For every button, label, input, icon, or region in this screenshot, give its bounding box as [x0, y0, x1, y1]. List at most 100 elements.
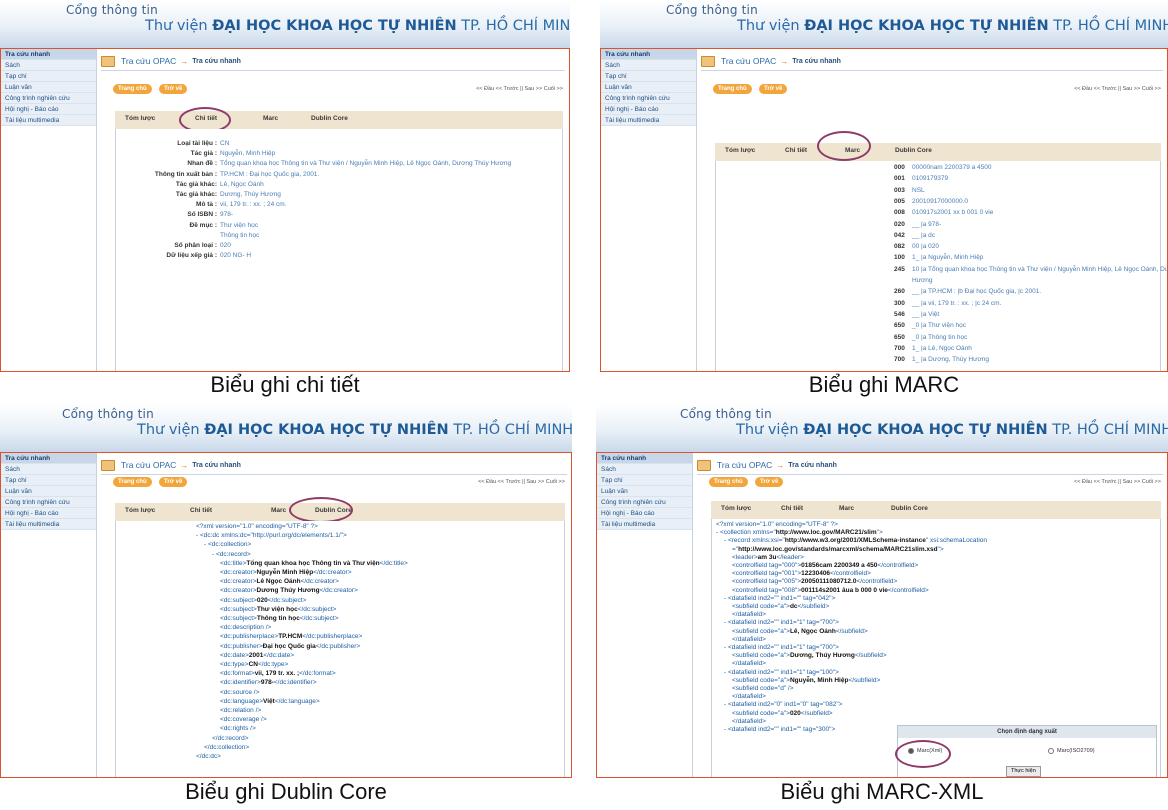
pager[interactable]: << Đầu << Trước || Sau >> Cuối >> [1074, 86, 1161, 92]
sidebar-item[interactable]: Sách [597, 464, 692, 475]
sidebar-item[interactable]: Công trình nghiên cứu [1, 497, 96, 508]
sidebar-item[interactable]: Tra cứu nhanh [1, 453, 96, 464]
tab-marc[interactable]: Marc [839, 505, 854, 512]
sidebar-item[interactable]: Sách [1, 60, 96, 71]
xml-line: </datafield> [732, 693, 766, 701]
xml-line: - <datafield ind2="" ind1="1" tag="100"> [724, 668, 839, 676]
tab-dublin-core[interactable]: Dublin Core [895, 147, 932, 154]
marc-row: 082 00 |a 020 [894, 242, 939, 252]
field-label: Tác giả : [190, 150, 217, 158]
sidebar-item[interactable]: Công trình nghiên cứu [601, 93, 696, 104]
sidebar-item[interactable]: Tài liệu multimedia [597, 519, 692, 530]
sidebar-item[interactable]: Tra cứu nhanh [597, 453, 692, 464]
tab-detail[interactable]: Chi tiết [781, 505, 803, 512]
main-content: Tra cứu OPAC → Tra cứu nhanh Trang chủ T… [101, 49, 565, 371]
back-button[interactable]: Trở về [159, 477, 188, 487]
sidebar-item[interactable]: Tài liệu multimedia [1, 115, 96, 126]
sidebar-item[interactable]: Luận văn [597, 486, 692, 497]
sidebar-item[interactable]: Hội nghị - Báo cáo [601, 104, 696, 115]
home-button[interactable]: Trang chủ [713, 84, 752, 94]
field-value: Dương, Thúy Hương [220, 191, 281, 198]
detail-row: Nhan đề : Tổng quan khoa học Thông tin và… [116, 159, 511, 169]
xml-line: <dc:publisherplace>TP.HCM</dc:publisherp… [220, 633, 363, 641]
xml-line: <dc:relation /> [220, 707, 262, 714]
sidebar-item[interactable]: Tạp chí [1, 475, 96, 486]
marc-value: NSL [912, 186, 925, 194]
tab-summary[interactable]: Tóm lược [125, 115, 155, 122]
breadcrumb-root[interactable]: Tra cứu OPAC [121, 56, 176, 66]
sidebar-item[interactable]: Công trình nghiên cứu [597, 497, 692, 508]
book-icon [697, 459, 711, 471]
sidebar-item[interactable]: Tạp chí [597, 475, 692, 486]
marc-value: 20010917000000.0 [912, 197, 969, 205]
marc-tag: 008 [894, 209, 905, 217]
tab-marc[interactable]: Marc [263, 115, 278, 122]
library-title: Thư viện ĐẠI HỌC KHOA HỌC TỰ NHIÊN TP. H… [736, 422, 1168, 438]
marc-value: 1_ |a Dương, Thúy Hương [912, 356, 989, 364]
breadcrumb-root[interactable]: Tra cứu OPAC [121, 460, 176, 470]
marc-value: Hương [912, 277, 933, 284]
main-content: Tra cứu OPAC → Tra cứu nhanh Trang chủ T… [701, 49, 1167, 371]
breadcrumb-root[interactable]: Tra cứu OPAC [721, 56, 776, 66]
xml-line: </datafield> [732, 660, 766, 668]
sidebar-item[interactable]: Tạp chí [601, 71, 696, 82]
sidebar-item[interactable]: Hội nghị - Báo cáo [597, 508, 692, 519]
xml-line: <leader>am 3u</leader> [732, 553, 804, 561]
panel-marc-xml: Cổng thông tin Thư viện ĐẠI HỌC KHOA HỌC… [596, 404, 1168, 778]
library-title: Thư viện ĐẠI HỌC KHOA HỌC TỰ NHIÊN TP. H… [145, 18, 570, 34]
xml-line: <subfield code="a">Dương, Thúy Hương</su… [732, 652, 887, 660]
tab-detail[interactable]: Chi tiết [190, 507, 212, 514]
sidebar-item[interactable]: Hội nghị - Báo cáo [1, 508, 96, 519]
tab-summary[interactable]: Tóm lược [725, 147, 755, 154]
marc-row: 000 00000nam 2200379 a 4500 [894, 163, 992, 173]
marc-tag: 100 [894, 254, 905, 262]
sidebar-item[interactable]: Sách [1, 464, 96, 475]
radio-marc-iso[interactable] [1048, 748, 1054, 754]
panel-detail: Cổng thông tin Thư viện ĐẠI HỌC KHOA HỌC… [0, 0, 570, 372]
arrow-icon: → [180, 56, 189, 66]
detail-row: Tác giả khác: Lê, Ngọc Oánh [116, 180, 264, 190]
sidebar-item[interactable]: Luận văn [1, 82, 96, 93]
field-value: TP.HCM : Đại học Quốc gia, 2001. [220, 170, 320, 178]
xml-line: <dc:rights /> [220, 725, 256, 733]
back-button[interactable]: Trở về [759, 84, 788, 94]
pager[interactable]: << Đầu << Trước || Sau >> Cuối >> [478, 479, 565, 485]
sidebar-item[interactable]: Tra cứu nhanh [601, 49, 696, 60]
tab-bar: Tóm lược Chi tiết Marc Dublin Core [711, 501, 1161, 519]
home-button[interactable]: Trang chủ [113, 84, 152, 94]
sidebar-item[interactable]: Sách [601, 60, 696, 71]
home-button[interactable]: Trang chủ [113, 477, 152, 487]
panel-dublin-core: Cổng thông tin Thư viện ĐẠI HỌC KHOA HỌC… [0, 404, 572, 778]
marc-tag: 005 [894, 197, 905, 205]
sidebar-item[interactable]: Tạp chí [1, 71, 96, 82]
marc-tag: 042 [894, 231, 905, 239]
tab-detail[interactable]: Chi tiết [785, 147, 807, 154]
marc-row: 650 _0 |a Thông tin học [894, 333, 967, 343]
arrow-icon: → [776, 460, 785, 470]
xml-line: - <datafield ind2="" ind1="" tag="300"> [724, 726, 836, 733]
tab-marc[interactable]: Marc [271, 507, 286, 514]
back-button[interactable]: Trở về [755, 477, 784, 487]
sidebar-item[interactable]: Luận văn [1, 486, 96, 497]
breadcrumb-root[interactable]: Tra cứu OPAC [717, 460, 772, 470]
tab-summary[interactable]: Tóm lược [125, 507, 155, 514]
execute-button[interactable]: Thực hiện [1006, 766, 1041, 777]
tab-dublin-core[interactable]: Dublin Core [311, 115, 348, 122]
home-button[interactable]: Trang chủ [709, 477, 748, 487]
pager[interactable]: << Đầu << Trước || Sau >> Cuối >> [1074, 479, 1161, 485]
sidebar-item[interactable]: Tài liệu multimedia [1, 519, 96, 530]
tab-summary[interactable]: Tóm lược [721, 505, 751, 512]
breadcrumb-current: Tra cứu nhanh [192, 57, 241, 65]
pager[interactable]: << Đầu << Trước || Sau >> Cuối >> [476, 86, 563, 92]
back-button[interactable]: Trở về [159, 84, 188, 94]
field-value: Tổng quan khoa học Thông tin và Thư viện… [220, 160, 512, 168]
sidebar-item[interactable]: Tra cứu nhanh [1, 49, 96, 60]
book-icon [101, 459, 115, 471]
tab-dublin-core[interactable]: Dublin Core [891, 505, 928, 512]
sidebar-item[interactable]: Luận văn [601, 82, 696, 93]
sidebar-item[interactable]: Tài liệu multimedia [601, 115, 696, 126]
field-value: 978- [220, 211, 234, 219]
sidebar-item[interactable]: Hội nghị - Báo cáo [1, 104, 96, 115]
field-label: Mô tả : [196, 201, 217, 209]
sidebar-item[interactable]: Công trình nghiên cứu [1, 93, 96, 104]
